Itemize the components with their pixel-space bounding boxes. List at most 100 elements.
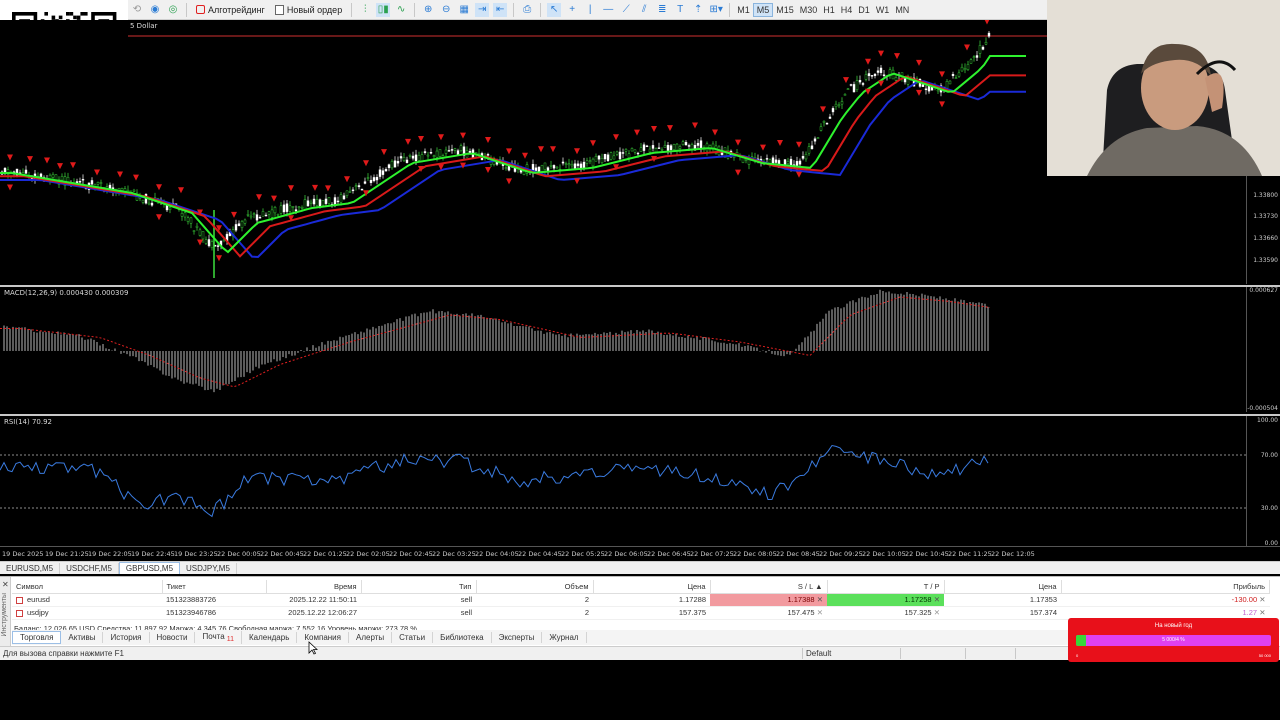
candle-body (612, 155, 616, 160)
candle-body (120, 188, 124, 191)
chart-tab-usdchf[interactable]: USDCHF,M5 (60, 563, 119, 574)
candle-body (24, 169, 28, 174)
screenshot-icon[interactable]: ⎙ (520, 3, 534, 17)
remove-tp-icon[interactable]: ✕ (934, 608, 940, 617)
candle-body (855, 80, 859, 90)
time-tick: 19 Dec 22:05 (88, 550, 132, 558)
table-row[interactable]: eurusd 151323883726 2025.12.22 11:50:11 … (12, 593, 1270, 607)
close-position-icon[interactable]: ✕ (1259, 595, 1265, 604)
tab-company[interactable]: Компания (297, 632, 349, 643)
new-order-button[interactable]: Новый ордер (271, 2, 346, 18)
col-symbol[interactable]: Символ (12, 580, 163, 594)
bar-chart-icon[interactable]: ⫶ (358, 3, 372, 17)
tab-mailbox-label: Почта (202, 631, 225, 641)
candle-body (801, 156, 805, 159)
col-type[interactable]: Тип (361, 580, 477, 594)
col-time[interactable]: Время (266, 580, 362, 594)
timeframe-m1[interactable]: M1 (734, 3, 753, 17)
signals-icon[interactable]: ◎ (166, 3, 180, 17)
timeframe-m15[interactable]: M15 (773, 3, 797, 17)
zoom-in-icon[interactable]: ⊕ (421, 3, 435, 17)
candles-icon[interactable]: ▯▮ (376, 2, 391, 17)
candle-body (366, 177, 370, 179)
candle-body (99, 182, 103, 184)
tab-news[interactable]: Новости (150, 632, 196, 643)
time-tick: 22 Dec 07:25 (690, 550, 734, 558)
tab-assets[interactable]: Активы (61, 632, 104, 643)
close-icon[interactable]: ✕ (2, 580, 9, 589)
zoom-out-icon[interactable]: ⊖ (439, 3, 453, 17)
autoscroll-icon[interactable]: ⇥ (475, 2, 490, 17)
crosshair-icon[interactable]: + (565, 3, 579, 17)
grid-icon[interactable]: ▦ (457, 3, 471, 17)
profile-name[interactable]: Default (806, 649, 831, 658)
fibonacci-icon[interactable]: ≣ (655, 3, 669, 17)
trendline-icon[interactable]: ⟋ (619, 3, 633, 17)
cell-sl[interactable]: 1.17388 ✕ (710, 593, 827, 607)
timeframe-m30[interactable]: M30 (797, 3, 821, 17)
remove-sl-icon[interactable]: ✕ (817, 608, 823, 617)
shapes-icon[interactable]: ⊞▾ (709, 3, 723, 17)
arrow-icon[interactable]: ⇡ (691, 3, 705, 17)
undo-icon[interactable]: ⟲ (130, 3, 144, 17)
horizontal-line-icon[interactable]: — (601, 3, 615, 17)
tab-trade[interactable]: Торговля (12, 631, 62, 644)
toolbox-tabs: Торговля Активы История Новости Почта 11 … (12, 630, 1068, 645)
timeframe-d1[interactable]: D1 (855, 3, 873, 17)
symbol-value: usdjpy (27, 608, 49, 617)
tab-articles[interactable]: Статьи (392, 632, 434, 643)
time-tick: 22 Dec 00:45 (260, 550, 304, 558)
shift-icon[interactable]: ⇤ (493, 2, 508, 17)
timeframe-h4[interactable]: H4 (838, 3, 856, 17)
sell-arrow (7, 154, 13, 161)
col-profit[interactable]: Прибыль (1061, 580, 1270, 594)
tab-library[interactable]: Библиотека (433, 632, 492, 643)
candle-body (285, 203, 289, 212)
macd-pane[interactable]: MACD(12,26,9) 0.000430 0.000309 0.000627… (0, 285, 1280, 412)
tab-history[interactable]: История (103, 632, 150, 643)
sell-arrow (312, 184, 318, 191)
candle-body (252, 213, 256, 215)
stop-icon (196, 5, 205, 14)
sl-value: 157.475 (787, 608, 815, 617)
col-tp[interactable]: T / P (827, 580, 945, 594)
remove-sl-icon[interactable]: ✕ (817, 595, 823, 604)
vertical-line-icon[interactable]: | (583, 3, 597, 17)
tab-mailbox[interactable]: Почта 11 (195, 630, 242, 645)
candle-body (486, 154, 490, 156)
col-volume[interactable]: Объем (476, 580, 594, 594)
tab-alerts[interactable]: Алерты (349, 632, 393, 643)
col-price[interactable]: Цена (593, 580, 711, 594)
tab-experts[interactable]: Эксперты (492, 632, 543, 643)
cell-sl[interactable]: 157.475 ✕ (710, 606, 827, 620)
algo-trading-button[interactable]: Алготрейдинг (192, 2, 269, 18)
text-icon[interactable]: T (673, 3, 687, 17)
candle-body (945, 81, 949, 89)
close-position-icon[interactable]: ✕ (1259, 608, 1265, 617)
chart-tab-eurusd[interactable]: EURUSD,M5 (0, 563, 61, 574)
timeframe-m5[interactable]: M5 (752, 2, 774, 17)
chart-tab-gbpusd[interactable]: GBPUSD,M5 (118, 562, 181, 574)
candle-body (246, 214, 250, 216)
tab-journal[interactable]: Журнал (542, 632, 587, 643)
col-ticket[interactable]: Тикет (162, 580, 267, 594)
timeframe-w1[interactable]: W1 (873, 3, 893, 17)
sell-arrow (325, 185, 331, 192)
col-sl[interactable]: S / L ▲ (710, 580, 828, 594)
cell-tp[interactable]: 157.325 ✕ (827, 606, 944, 620)
cell-tp[interactable]: 1.17258 ✕ (827, 593, 944, 607)
time-tick: 19 Dec 22:45 (131, 550, 175, 558)
cursor-icon[interactable]: ↖ (547, 2, 562, 17)
market-icon[interactable]: ◉ (148, 3, 162, 17)
line-chart-icon[interactable]: ∿ (394, 3, 408, 17)
col-current-price[interactable]: Цена (944, 580, 1062, 594)
tab-calendar[interactable]: Календарь (242, 632, 298, 643)
candle-body (867, 73, 871, 77)
rsi-pane[interactable]: RSI(14) 70.92 100.00 70.00 30.00 0.00 (0, 414, 1280, 547)
remove-tp-icon[interactable]: ✕ (934, 595, 940, 604)
chart-tab-usdjpy[interactable]: USDJPY,M5 (180, 563, 237, 574)
channel-icon[interactable]: ⫽ (637, 3, 651, 17)
tp-value: 157.325 (904, 608, 932, 617)
timeframe-h1[interactable]: H1 (820, 3, 838, 17)
timeframe-mn[interactable]: MN (892, 3, 912, 17)
